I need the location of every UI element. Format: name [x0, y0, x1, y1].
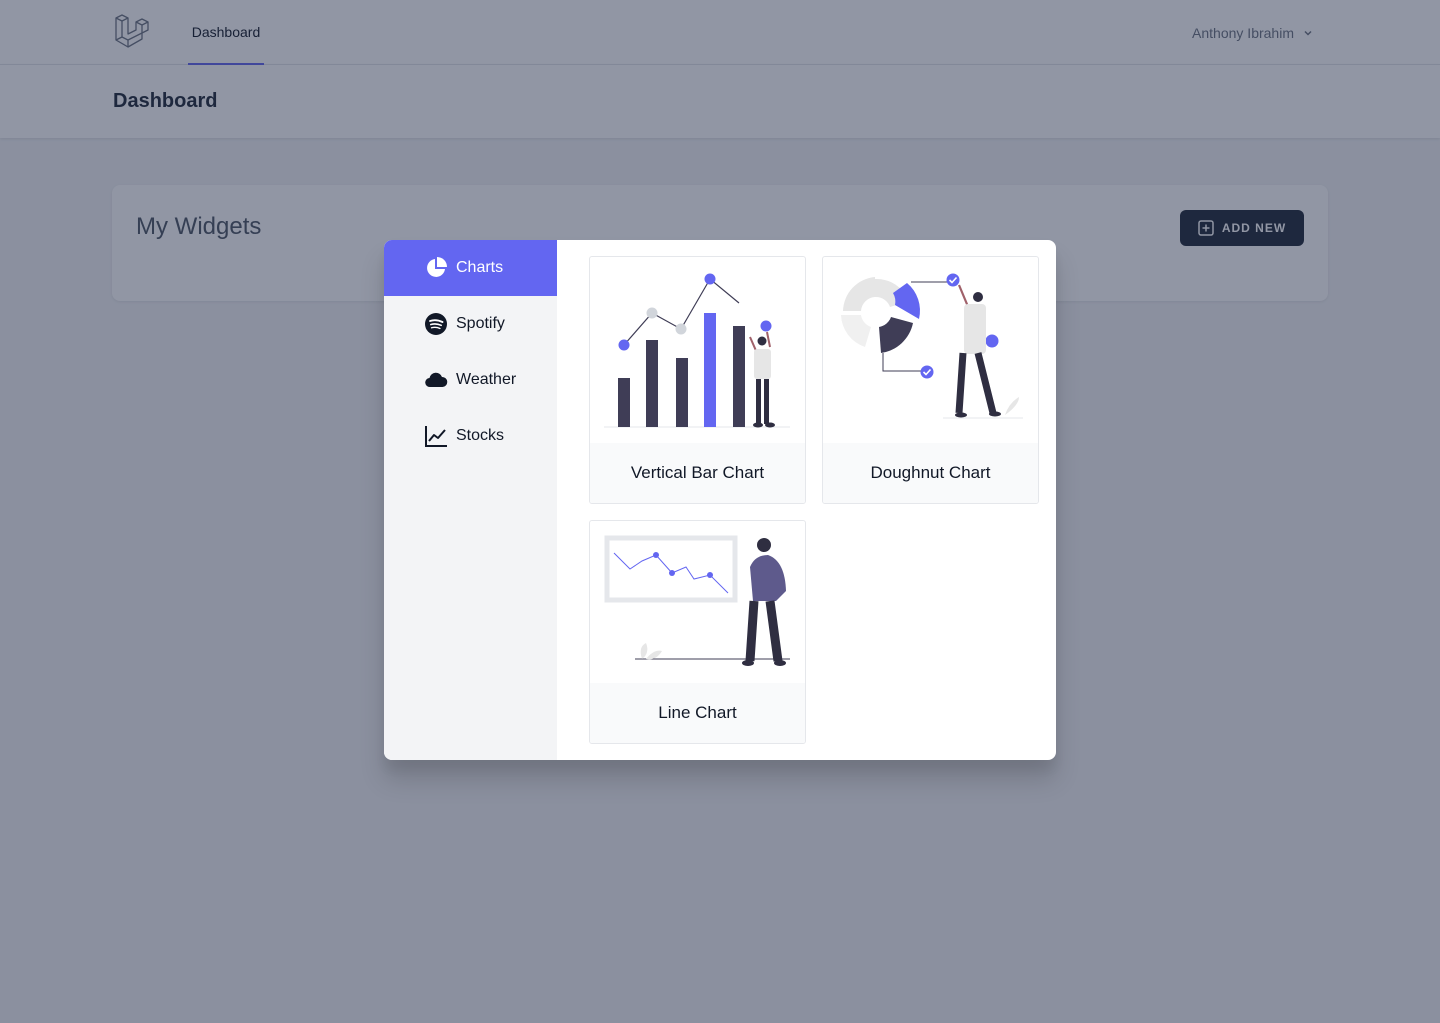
line-chart-illustration [604, 535, 790, 666]
widget-card-label: Vertical Bar Chart [590, 443, 805, 503]
add-widget-modal: Charts Spotify Weather Stocks Vertical B… [384, 240, 1056, 760]
category-item-spotify[interactable]: Spotify [384, 296, 557, 352]
widget-card-label: Line Chart [590, 683, 805, 743]
widget-card-doughnut-chart[interactable]: Doughnut Chart [822, 256, 1039, 504]
widget-card-label: Doughnut Chart [823, 443, 1038, 503]
category-item-weather[interactable]: Weather [384, 352, 557, 408]
category-label: Weather [456, 371, 517, 388]
cloud-icon [425, 372, 448, 388]
category-item-stocks[interactable]: Stocks [384, 408, 557, 464]
widget-card-vertical-bar-chart[interactable]: Vertical Bar Chart [589, 256, 806, 504]
spotify-icon [425, 313, 447, 335]
pie-chart-icon [427, 257, 447, 277]
category-label: Stocks [456, 427, 505, 444]
widget-card-line-chart[interactable]: Line Chart [589, 520, 806, 744]
category-item-charts[interactable]: Charts [384, 240, 557, 296]
line-chart-icon [425, 426, 447, 447]
bar-chart-illustration [604, 273, 790, 428]
category-label: Charts [456, 259, 504, 276]
doughnut-chart-illustration [841, 273, 1023, 419]
category-sidebar: Charts Spotify Weather Stocks [384, 240, 557, 760]
category-label: Spotify [456, 315, 505, 332]
